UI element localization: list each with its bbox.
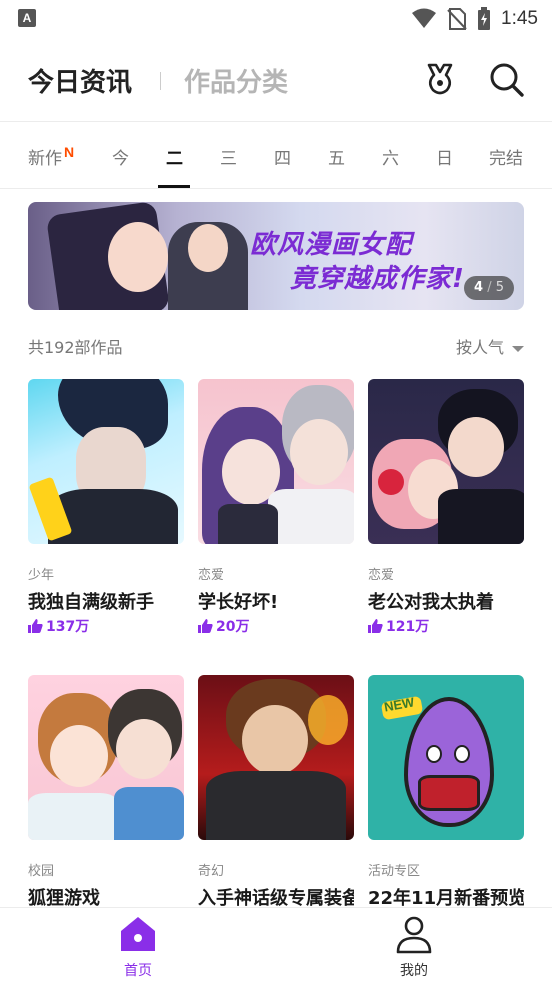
nav-home[interactable]: 首页 — [98, 914, 178, 980]
comic-genre: 活动专区 — [368, 864, 421, 879]
nav-home-label: 首页 — [124, 963, 152, 979]
promo-banner[interactable]: 欧风漫画女配 竟穿越成作家! 4 / 5 — [28, 202, 524, 310]
top-header: 今日资讯 作品分类 — [0, 50, 552, 110]
comic-title: 入手神话级专属装备 — [198, 888, 354, 908]
comic-genre: 恋爱 — [368, 568, 395, 583]
tab-saturday[interactable]: 六 — [382, 144, 399, 169]
status-icons: 1:45 — [411, 6, 538, 32]
comic-title: 老公对我太执着 — [368, 592, 494, 612]
person-icon — [396, 916, 432, 954]
comic-title: 狐狸游戏 — [28, 888, 100, 908]
comic-cover: NEW — [368, 675, 524, 840]
ranking-badge-icon[interactable] — [420, 60, 460, 100]
new-badge: N — [64, 144, 75, 160]
comic-card[interactable]: 少年 我独自满级新手 137万 — [28, 379, 184, 635]
comic-card[interactable]: 恋爱 学长好坏! 20万 — [198, 379, 354, 635]
comic-genre: 恋爱 — [198, 568, 225, 583]
tab-today[interactable]: 今 — [112, 144, 129, 169]
comic-cover — [28, 379, 184, 544]
app-notification-icon: A — [18, 9, 36, 27]
comic-genre: 奇幻 — [198, 864, 225, 879]
tab-tuesday[interactable]: 二 — [166, 144, 183, 169]
battery-icon — [478, 7, 491, 30]
tab-friday[interactable]: 五 — [328, 144, 345, 169]
comic-likes: 137万 — [28, 617, 184, 635]
banner-character-art — [108, 222, 168, 292]
comic-title: 22年11月新番预览 — [368, 888, 524, 908]
search-icon[interactable] — [487, 60, 527, 100]
nav-me-label: 我的 — [400, 963, 428, 979]
thumbs-up-icon — [368, 619, 383, 633]
comic-card[interactable]: 奇幻 入手神话级专属装备 — [198, 675, 354, 908]
comic-likes: 121万 — [368, 617, 524, 635]
comic-genre: 少年 — [28, 568, 55, 583]
tab-categories[interactable]: 作品分类 — [184, 62, 288, 99]
comic-cover — [368, 379, 524, 544]
tab-thursday[interactable]: 四 — [274, 144, 291, 169]
banner-title-line2: 竟穿越成作家! — [290, 264, 465, 294]
nav-me[interactable]: 我的 — [374, 914, 454, 980]
comic-cover — [198, 675, 354, 840]
tab-sunday[interactable]: 日 — [436, 144, 453, 169]
comic-genre: 校园 — [28, 864, 55, 879]
works-count: 共192部作品 — [28, 338, 123, 357]
comic-card[interactable]: 校园 狐狸游戏 — [28, 675, 184, 908]
tabs-divider — [0, 188, 552, 189]
tab-completed[interactable]: 完结 — [489, 144, 523, 169]
status-bar: A 1:45 — [0, 0, 552, 38]
bottom-navigation: 首页 我的 — [0, 907, 552, 981]
banner-character-art — [188, 224, 228, 272]
weekday-tabs: 新作 N 今 二 三 四 五 六 日 完结 — [0, 124, 552, 188]
caret-down-icon — [512, 345, 524, 352]
tab-today-news[interactable]: 今日资讯 — [28, 62, 132, 99]
home-icon — [121, 917, 155, 951]
clock: 1:45 — [501, 8, 538, 29]
thumbs-up-icon — [198, 619, 213, 633]
banner-page-indicator: 4 / 5 — [464, 276, 514, 300]
tab-wednesday[interactable]: 三 — [220, 144, 237, 169]
thumbs-up-icon — [28, 619, 43, 633]
tab-separator — [160, 72, 161, 90]
comic-title: 我独自满级新手 — [28, 592, 154, 612]
tab-new[interactable]: 新作 N — [28, 144, 74, 169]
comic-likes: 20万 — [198, 617, 354, 635]
comic-card[interactable]: NEW 活动专区 22年11月新番预览 — [368, 675, 524, 908]
banner-title-line1: 欧风漫画女配 — [250, 230, 413, 260]
sort-dropdown[interactable]: 按人气 — [456, 334, 524, 358]
header-divider — [0, 121, 552, 122]
comic-cover — [28, 675, 184, 840]
wifi-icon — [412, 8, 437, 28]
comic-title: 学长好坏! — [198, 592, 279, 612]
comic-cover — [198, 379, 354, 544]
comic-card[interactable]: 恋爱 老公对我太执着 121万 — [368, 379, 524, 635]
no-sim-icon — [447, 8, 467, 30]
